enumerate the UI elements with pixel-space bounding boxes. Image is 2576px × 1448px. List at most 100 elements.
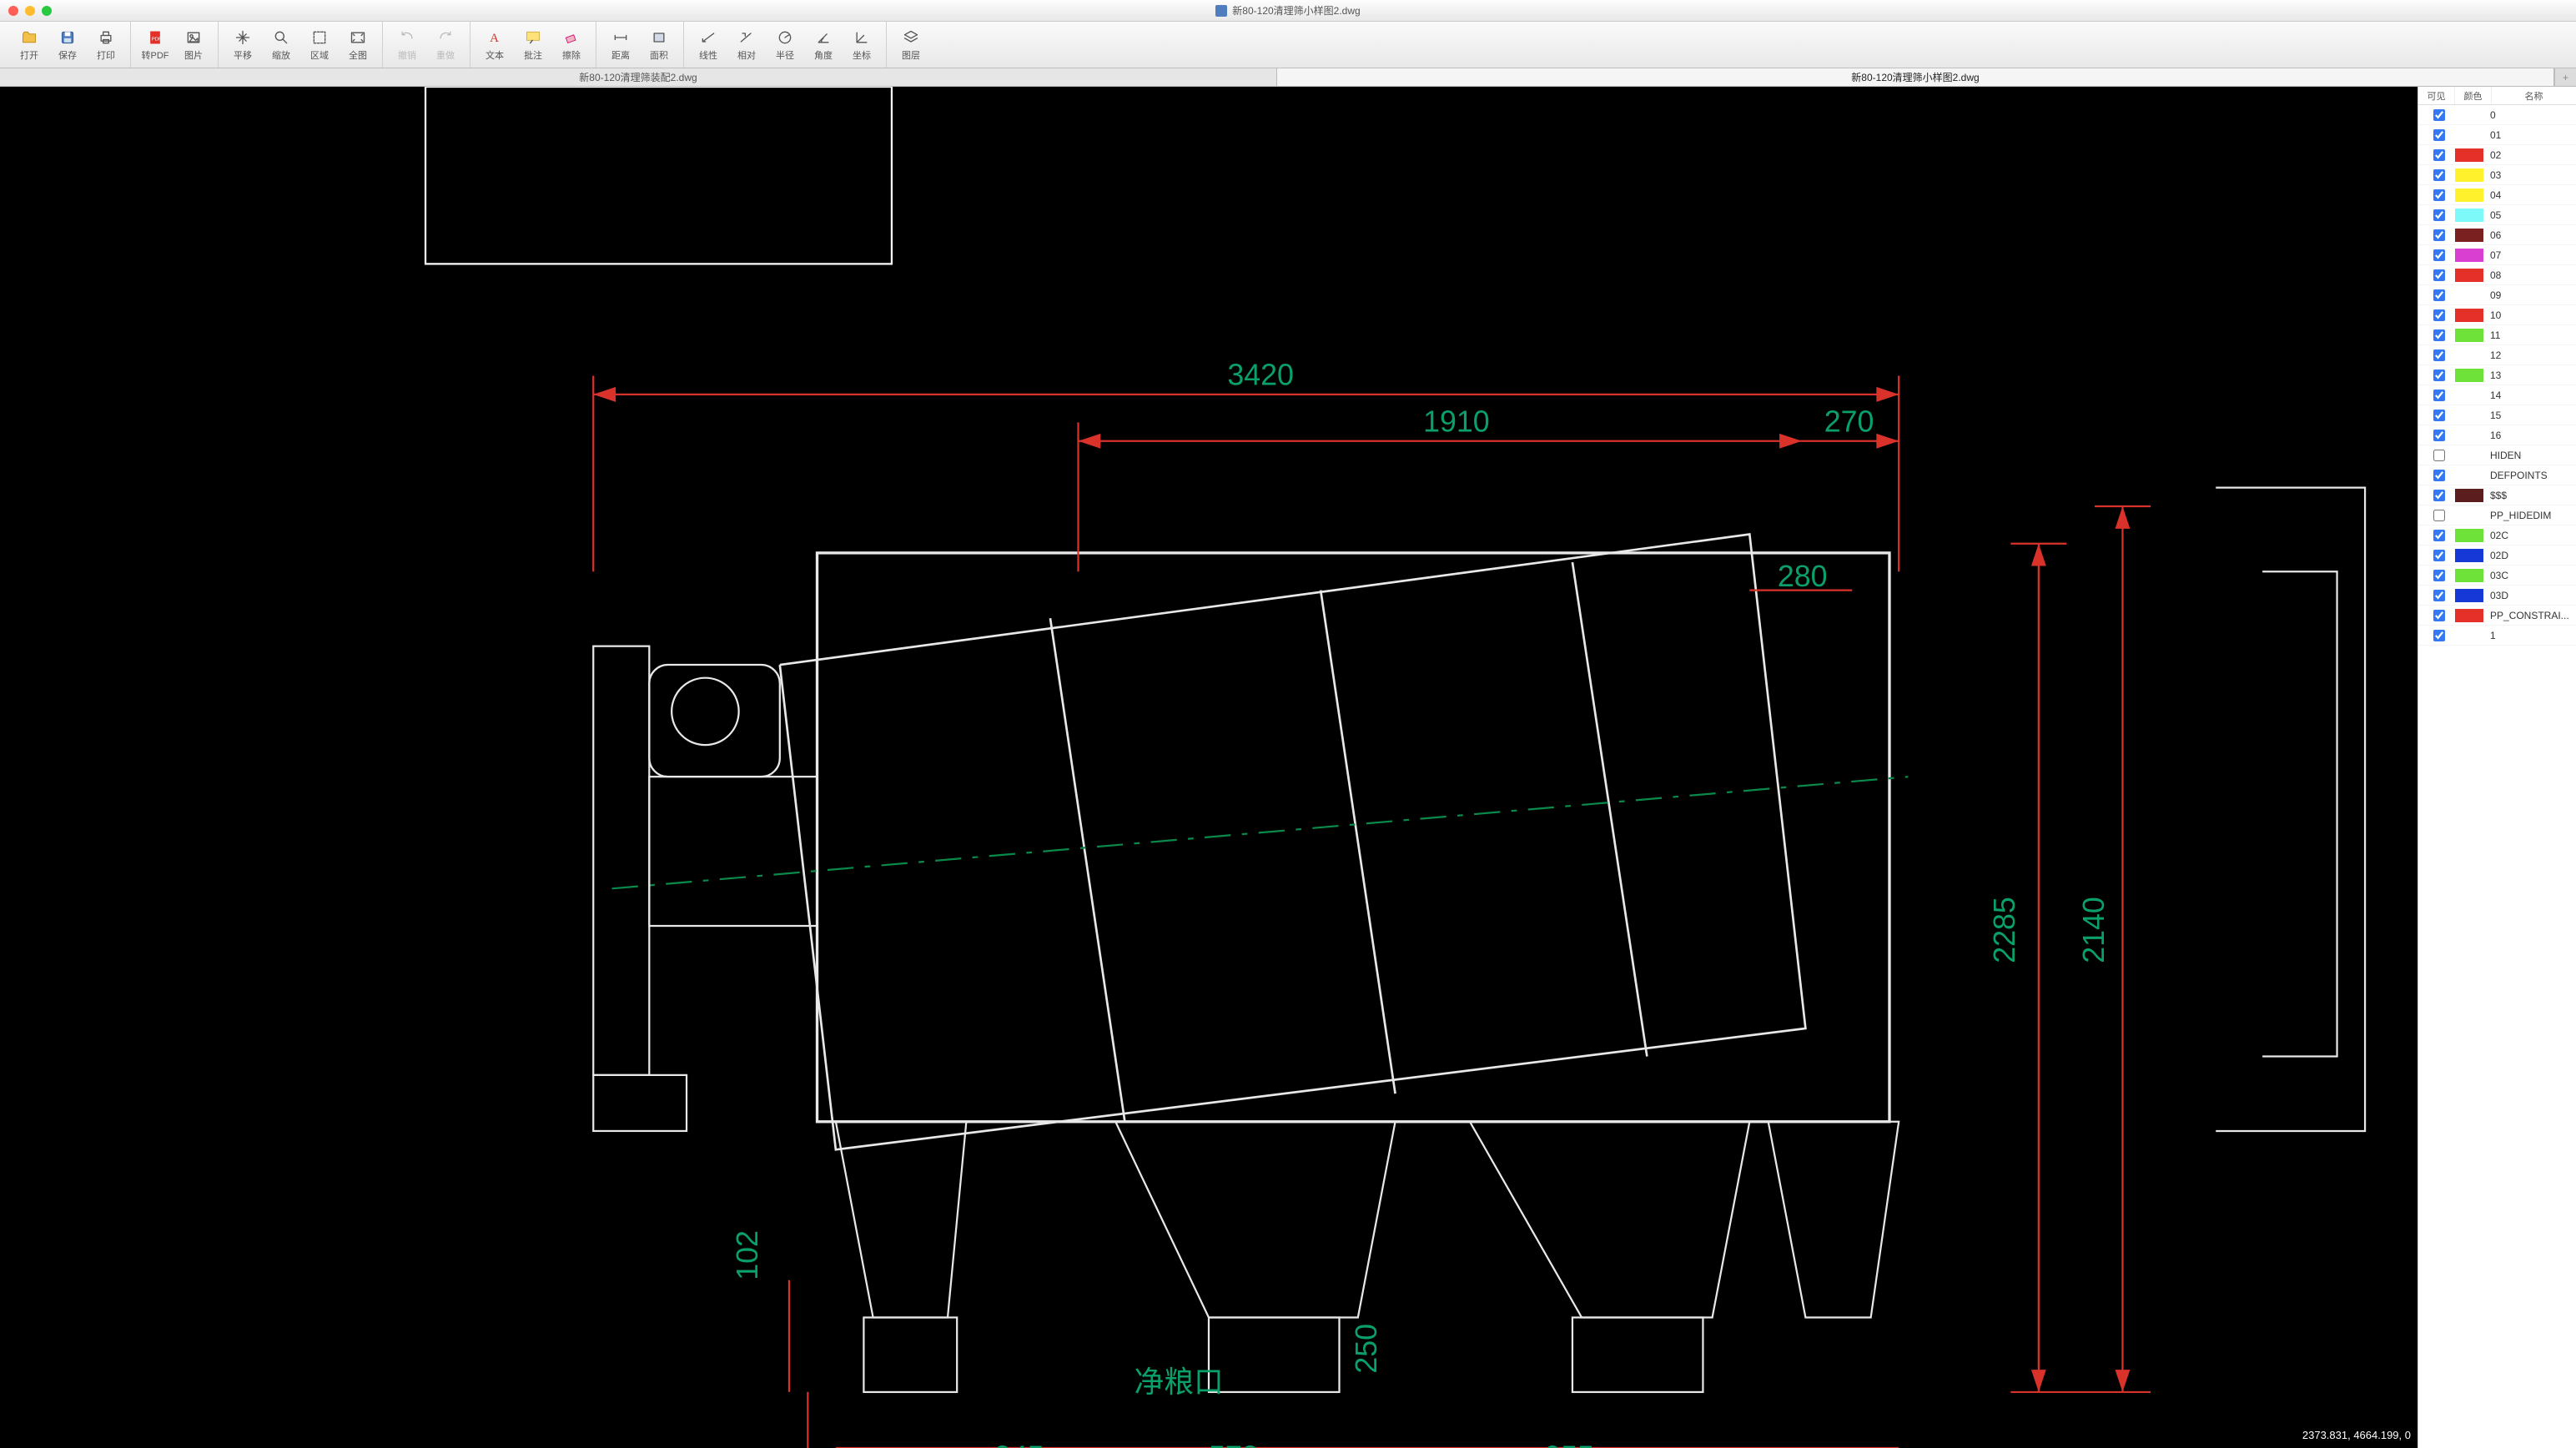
annotate-icon: [524, 28, 542, 47]
layer-name: 06: [2490, 229, 2573, 241]
tab-2[interactable]: 新80-120清理筛小样图2.dwg: [1277, 68, 2554, 86]
layer-row[interactable]: 01: [2418, 125, 2576, 145]
layer-visible-checkbox[interactable]: [2433, 109, 2445, 121]
layer-visible-checkbox[interactable]: [2433, 289, 2445, 301]
layer-row[interactable]: 12: [2418, 345, 2576, 365]
layer-row[interactable]: 03D: [2418, 586, 2576, 606]
layer-color-swatch: [2455, 128, 2483, 142]
layer-visible-checkbox[interactable]: [2433, 510, 2445, 521]
layer-row[interactable]: 07: [2418, 245, 2576, 265]
radius-measure-button[interactable]: 半径: [766, 22, 804, 68]
layer-visible-checkbox[interactable]: [2433, 349, 2445, 361]
redo-button[interactable]: 重做: [426, 22, 465, 68]
layer-row[interactable]: 11: [2418, 325, 2576, 345]
layer-visible-checkbox[interactable]: [2433, 329, 2445, 341]
coord-button[interactable]: 坐标: [843, 22, 881, 68]
distance-icon: [611, 28, 630, 47]
to-image-button[interactable]: 图片: [174, 22, 213, 68]
layer-row[interactable]: 02: [2418, 145, 2576, 165]
linear-measure-button[interactable]: 线性: [689, 22, 727, 68]
layer-row[interactable]: 15: [2418, 405, 2576, 425]
relative-measure-button[interactable]: 相对: [727, 22, 766, 68]
layer-visible-checkbox[interactable]: [2433, 249, 2445, 261]
toolbar: 打开保存打印 PDF转PDF图片平移缩放区域全图撤销重做 A文本批注擦除距离面积线性…: [0, 22, 2576, 68]
layer-row[interactable]: 13: [2418, 365, 2576, 385]
layer-color-swatch: [2455, 609, 2483, 622]
layer-row[interactable]: 0: [2418, 105, 2576, 125]
layer-row[interactable]: HIDEN: [2418, 445, 2576, 465]
layer-visible-checkbox[interactable]: [2433, 410, 2445, 421]
main-area: 3420 1910 270 280 2285 2140 345 578 955 …: [0, 87, 2576, 1448]
layer-visible-checkbox[interactable]: [2433, 530, 2445, 541]
redo-icon: [436, 28, 455, 47]
layer-row[interactable]: 14: [2418, 385, 2576, 405]
pan-button[interactable]: 平移: [224, 22, 262, 68]
area-button[interactable]: 面积: [640, 22, 678, 68]
text-button[interactable]: A文本: [475, 22, 514, 68]
layers-button[interactable]: 图层: [892, 22, 930, 68]
annotate-button[interactable]: 批注: [514, 22, 552, 68]
layer-visible-checkbox[interactable]: [2433, 470, 2445, 481]
layer-row[interactable]: 1: [2418, 626, 2576, 646]
print-button[interactable]: 打印: [87, 22, 125, 68]
minimize-window-button[interactable]: [25, 6, 35, 16]
layer-visible-checkbox[interactable]: [2433, 550, 2445, 561]
layer-row[interactable]: 09: [2418, 285, 2576, 305]
tab-1[interactable]: 新80-120清理筛装配2.dwg: [0, 68, 1277, 86]
undo-button[interactable]: 撤销: [388, 22, 426, 68]
layer-visible-checkbox[interactable]: [2433, 390, 2445, 401]
distance-button[interactable]: 距离: [601, 22, 640, 68]
drawing-canvas[interactable]: 3420 1910 270 280 2285 2140 345 578 955 …: [0, 87, 2418, 1448]
layer-visible-checkbox[interactable]: [2433, 450, 2445, 461]
zoom-button[interactable]: 缩放: [262, 22, 300, 68]
undo-icon: [398, 28, 416, 47]
layer-visible-checkbox[interactable]: [2433, 169, 2445, 181]
fit-icon: [349, 28, 367, 47]
layer-row[interactable]: 10: [2418, 305, 2576, 325]
layer-visible-checkbox[interactable]: [2433, 570, 2445, 581]
layer-name: 07: [2490, 249, 2573, 261]
layer-row[interactable]: 16: [2418, 425, 2576, 445]
layer-row[interactable]: $$$: [2418, 485, 2576, 505]
layer-visible-checkbox[interactable]: [2433, 269, 2445, 281]
layer-visible-checkbox[interactable]: [2433, 209, 2445, 221]
layer-row[interactable]: 03: [2418, 165, 2576, 185]
layer-row[interactable]: 06: [2418, 225, 2576, 245]
save-button[interactable]: 保存: [48, 22, 87, 68]
zoom-region-button[interactable]: 区域: [300, 22, 339, 68]
layer-row[interactable]: PP_CONSTRAI...: [2418, 606, 2576, 626]
layer-row[interactable]: 05: [2418, 205, 2576, 225]
toolbar-label: 平移: [234, 48, 252, 62]
erase-button[interactable]: 擦除: [552, 22, 591, 68]
add-tab-button[interactable]: +: [2554, 68, 2576, 86]
open-button[interactable]: 打开: [10, 22, 48, 68]
toolbar-label: 保存: [58, 48, 77, 62]
layer-visible-checkbox[interactable]: [2433, 590, 2445, 601]
layer-visible-checkbox[interactable]: [2433, 129, 2445, 141]
traffic-lights: [8, 6, 52, 16]
layer-row[interactable]: DEFPOINTS: [2418, 465, 2576, 485]
layer-row[interactable]: 02C: [2418, 525, 2576, 546]
layers-body[interactable]: 00102030405 06 07 080910111213141516HIDENDE…: [2418, 105, 2576, 1448]
to-pdf-button[interactable]: PDF转PDF: [136, 22, 174, 68]
layer-row[interactable]: 08: [2418, 265, 2576, 285]
layer-row[interactable]: 03C: [2418, 566, 2576, 586]
toolbar-label: 撤销: [398, 48, 416, 62]
layer-visible-checkbox[interactable]: [2433, 490, 2445, 501]
angle-measure-button[interactable]: 角度: [804, 22, 843, 68]
layer-visible-checkbox[interactable]: [2433, 610, 2445, 621]
layer-row[interactable]: 02D: [2418, 546, 2576, 566]
layer-visible-checkbox[interactable]: [2433, 229, 2445, 241]
layer-visible-checkbox[interactable]: [2433, 189, 2445, 201]
close-window-button[interactable]: [8, 6, 18, 16]
coord-icon: [853, 28, 871, 47]
layer-visible-checkbox[interactable]: [2433, 630, 2445, 641]
layer-visible-checkbox[interactable]: [2433, 370, 2445, 381]
layer-row[interactable]: PP_HIDEDIM: [2418, 505, 2576, 525]
layer-visible-checkbox[interactable]: [2433, 430, 2445, 441]
layer-row[interactable]: 04: [2418, 185, 2576, 205]
layer-visible-checkbox[interactable]: [2433, 309, 2445, 321]
zoom-fit-button[interactable]: 全图: [339, 22, 377, 68]
layer-visible-checkbox[interactable]: [2433, 149, 2445, 161]
maximize-window-button[interactable]: [42, 6, 52, 16]
